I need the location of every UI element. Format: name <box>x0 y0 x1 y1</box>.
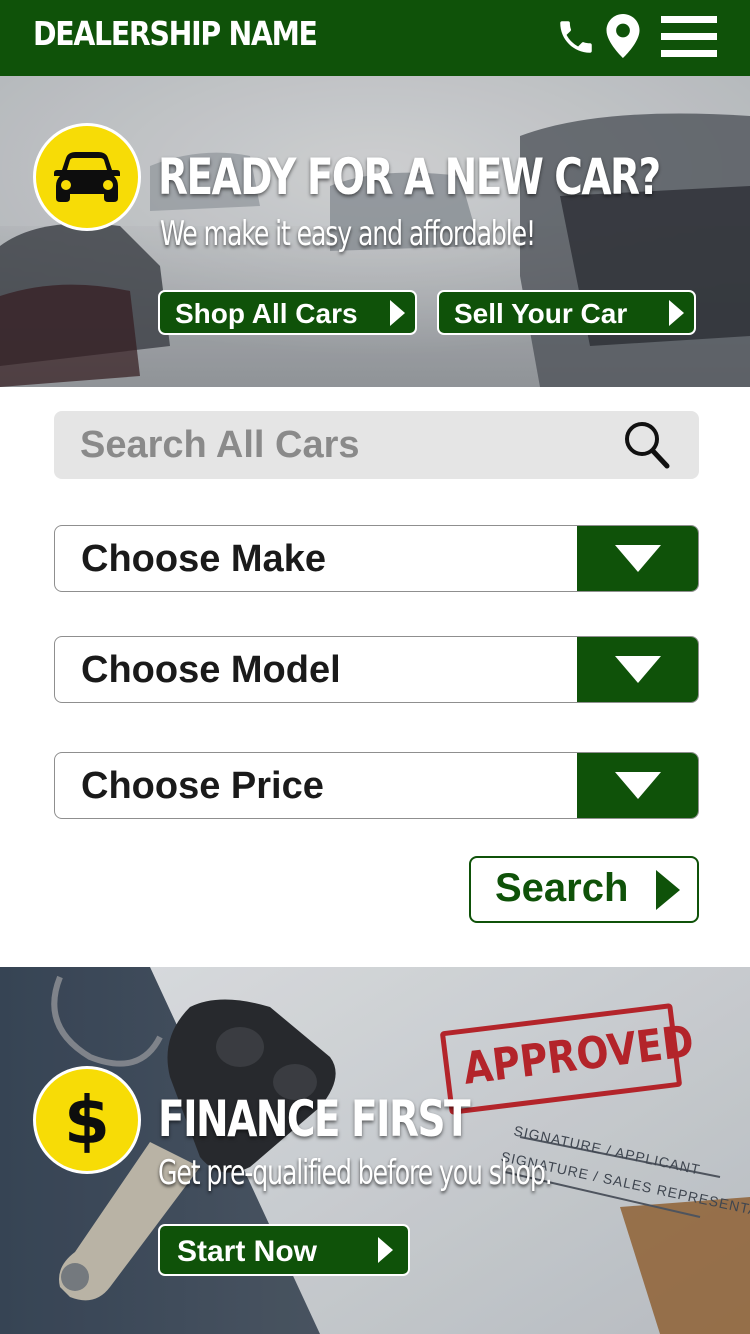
dollar-icon: $ <box>65 1085 109 1155</box>
approved-stamp-text: APPROVED <box>460 1015 697 1095</box>
hero-subtitle: We make it easy and affordable! <box>160 214 536 254</box>
dropdown-toggle[interactable] <box>577 753 698 818</box>
search-bar <box>54 411 699 479</box>
finance-title: FINANCE FIRST <box>158 1090 471 1148</box>
search-icon[interactable] <box>623 420 671 475</box>
start-now-label: Start Now <box>177 1235 318 1268</box>
menu-icon[interactable] <box>661 16 717 58</box>
caret-down-icon <box>615 545 661 572</box>
shop-all-cars-label: Shop All Cars <box>175 298 358 329</box>
arrow-right-icon <box>378 1237 393 1263</box>
choose-make-select[interactable]: Choose Make <box>54 525 699 592</box>
choose-model-label: Choose Model <box>81 649 341 691</box>
dealership-name[interactable]: DEALERSHIP NAME <box>33 14 318 53</box>
location-pin-icon[interactable] <box>606 14 640 58</box>
dropdown-toggle[interactable] <box>577 526 698 591</box>
arrow-right-icon <box>390 300 405 326</box>
hero-banner: READY FOR A NEW CAR? We make it easy and… <box>0 76 750 387</box>
hero-title: READY FOR A NEW CAR? <box>158 148 661 206</box>
search-button-label: Search <box>495 866 629 910</box>
start-now-button[interactable]: Start Now <box>158 1224 410 1276</box>
finance-subtitle: Get pre-qualified before you shop. <box>158 1153 553 1193</box>
car-icon-badge <box>33 123 141 231</box>
choose-price-select[interactable]: Choose Price <box>54 752 699 819</box>
car-icon <box>54 152 120 202</box>
caret-down-icon <box>615 656 661 683</box>
phone-icon[interactable] <box>555 16 597 58</box>
dropdown-toggle[interactable] <box>577 637 698 702</box>
finance-banner: SIGNATURE / APPLICANT SIGNATURE / SALES … <box>0 967 750 1334</box>
choose-make-label: Choose Make <box>81 538 326 580</box>
top-nav-bar: DEALERSHIP NAME <box>0 0 750 76</box>
shop-all-cars-button[interactable]: Shop All Cars <box>158 290 417 335</box>
search-button[interactable]: Search <box>469 856 699 923</box>
dollar-icon-badge: $ <box>33 1066 141 1174</box>
arrow-right-icon <box>656 870 680 910</box>
sell-your-car-label: Sell Your Car <box>454 298 628 329</box>
choose-model-select[interactable]: Choose Model <box>54 636 699 703</box>
caret-down-icon <box>615 772 661 799</box>
svg-text:$: $ <box>65 1085 109 1155</box>
search-input[interactable] <box>80 419 620 471</box>
sell-your-car-button[interactable]: Sell Your Car <box>437 290 696 335</box>
arrow-right-icon <box>669 300 684 326</box>
choose-price-label: Choose Price <box>81 765 324 807</box>
